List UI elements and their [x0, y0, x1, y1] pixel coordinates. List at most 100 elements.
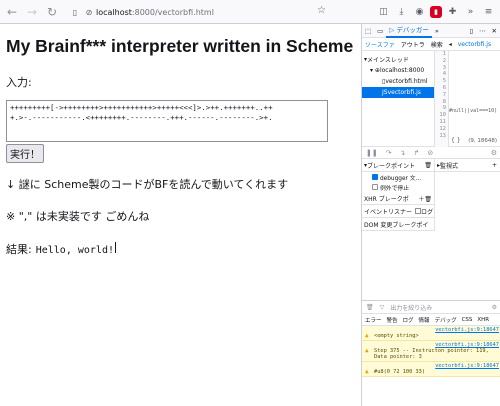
code-input[interactable]: +++++++++[->++++++++>+++++++++++>+++++<<… — [6, 100, 328, 142]
filter-logs[interactable]: ログ — [403, 316, 414, 324]
console-message: ▲ vectorbfi.js:9:18647 Step 375 -- Instr… — [362, 341, 500, 362]
overflow-icon[interactable]: » — [463, 5, 478, 20]
tree-host[interactable]: ▾ ⊕ localhost:8000 — [362, 65, 434, 76]
dock-icon[interactable]: ▯ — [466, 27, 476, 35]
sources-subtabs: ソースファ アウトラ 検索 ◂ vectorbfi.js — [362, 38, 500, 51]
log-label: ログ — [421, 208, 434, 216]
bp-exceptions-label: 例外で停止 — [380, 185, 409, 192]
extension-icon[interactable]: ▮ — [430, 6, 442, 18]
pretty-print-icon[interactable]: { } — [451, 137, 461, 144]
tree-main-thread[interactable]: ▾ メインスレッド — [362, 54, 434, 65]
account-icon[interactable]: ◉ — [412, 5, 427, 20]
bookmark-star-icon[interactable]: ☆ — [317, 5, 326, 16]
message-text: <empty string> — [374, 333, 419, 339]
watch-label: 監視式 — [440, 162, 459, 170]
menu-icon[interactable]: ≡ — [481, 5, 496, 20]
tab-outline[interactable]: アウトラ — [398, 40, 428, 49]
line-number: 12 — [439, 125, 446, 132]
pause-icon[interactable]: ❚❚ — [366, 149, 378, 157]
tree-js-file[interactable]: JS vectorbfi.js — [362, 87, 434, 98]
line-number: 2 — [442, 57, 446, 64]
step-over-icon[interactable]: ↷ — [386, 149, 392, 157]
breakpoints-header[interactable]: ▾ ブレークポイント 🗑 — [362, 159, 434, 172]
forward-icon[interactable]: → — [24, 5, 40, 19]
console-message: ▲ vectorbfi.js:9:18647 <empty string> — [362, 326, 500, 341]
debug-sidebar: ▾ ブレークポイント 🗑 debugger 文... 例外で停止 XHR ブレーク… — [362, 159, 500, 231]
pocket-icon[interactable]: ◫ — [376, 5, 391, 20]
tab-debugger[interactable]: ▷ デバッガー — [386, 24, 432, 38]
message-text: Step 375 -- Instructon pointer: 119, Dat… — [374, 348, 489, 360]
filter-info[interactable]: 情報 — [419, 316, 430, 324]
close-icon[interactable]: ✕ — [489, 27, 500, 35]
page-content: My Brainf*** interpreter written in Sche… — [0, 24, 360, 406]
warning-icon: ▲ — [365, 347, 369, 354]
filter-xhr[interactable]: XHR — [477, 317, 489, 323]
bp-pause-on-exceptions[interactable]: 例外で停止 — [362, 182, 434, 192]
url-path: :8000/vectorbfi.html — [131, 7, 214, 17]
event-label: イベントリスナー — [364, 208, 413, 216]
devtools-tabs: ⬚ ▭ ▷ デバッガー » ▯ ⋯ ✕ — [362, 24, 500, 38]
bp-debugger-label: debugger 文... — [380, 175, 422, 182]
warning-icon: ▲ — [365, 368, 369, 375]
inspector-icon[interactable]: ⬚ — [362, 27, 374, 35]
filter-css[interactable]: CSS — [462, 317, 473, 323]
line-gutter: 1 2 3 4 5 6 7 8 9 10 11 12 13 — [435, 51, 449, 147]
cursor-position: (9, 18648) — [468, 138, 497, 144]
deactivate-breakpoints-icon[interactable]: ⊘ — [427, 149, 433, 157]
run-button[interactable]: 実行！ — [6, 144, 44, 163]
sources-panes: ▾ メインスレッド ▾ ⊕ localhost:8000 ▯ vectorbfi… — [362, 51, 500, 147]
step-out-icon[interactable]: ↱ — [413, 149, 419, 157]
code-snippet: #null||val===10) — [449, 108, 498, 114]
debugger-settings-icon[interactable]: ⚙ — [491, 149, 500, 157]
console-tab-icon[interactable]: ▭ — [374, 27, 386, 35]
dom-label: DOM 変更ブレークポイ — [364, 221, 429, 229]
checkbox-unchecked[interactable] — [372, 184, 378, 190]
reload-icon[interactable]: ↻ — [44, 5, 60, 19]
line-number: 13 — [439, 132, 446, 139]
line-number: 5 — [442, 78, 446, 85]
line-number: 10 — [439, 112, 446, 119]
checkbox-checked[interactable] — [372, 174, 378, 180]
file-tab[interactable]: vectorbfi.js — [455, 41, 494, 48]
breakpoints-header-label: ブレークポイント — [367, 162, 416, 170]
filter-debug[interactable]: デバッグ — [435, 316, 457, 324]
xhr-breakpoints[interactable]: XHR ブレークポ ＋🗑 — [362, 192, 434, 205]
event-listeners[interactable]: イベントリスナー ログ — [362, 205, 434, 218]
console-settings-icon[interactable]: ⚙ — [492, 304, 500, 311]
browser-toolbar: ← → ↻ ▯ ⊘ localhost:8000/vectorbfi.html … — [0, 0, 500, 24]
line-number: 11 — [439, 118, 446, 125]
result-value: Hello, world! — [35, 245, 114, 256]
result-line: 結果: Hello, world! — [6, 241, 354, 257]
trash-icon[interactable]: 🗑 — [424, 162, 434, 169]
add-watch-icon[interactable]: + — [492, 162, 500, 169]
tree-js-label: vectorbfi.js — [387, 89, 421, 96]
download-icon[interactable]: ⤓ — [394, 5, 409, 20]
line-number: 1 — [442, 51, 446, 57]
more-tabs-icon[interactable]: » — [432, 27, 442, 35]
dom-mutation-breakpoints[interactable]: DOM 変更ブレークポイ — [362, 218, 434, 231]
devtools-panel: ⬚ ▭ ▷ デバッガー » ▯ ⋯ ✕ ソースファ アウトラ 検索 ◂ vect… — [361, 24, 500, 406]
watch-header[interactable]: ▸ 監視式 + — [435, 159, 500, 172]
clear-console-icon[interactable]: 🗑 — [366, 304, 374, 311]
console-filter-input[interactable]: 出力を絞り込み — [390, 303, 432, 312]
add-icon[interactable]: ＋🗑 — [418, 194, 434, 203]
filter-warnings[interactable]: 警告 — [387, 316, 398, 324]
options-icon[interactable]: ⋯ — [476, 27, 489, 35]
extensions-puzzle-icon[interactable]: ✚ — [445, 5, 460, 20]
breakpoints-column: ▾ ブレークポイント 🗑 debugger 文... 例外で停止 XHR ブレーク… — [362, 159, 435, 231]
console-panel: 🗑 ▽ 出力を絞り込み ⚙ エラー 警告 ログ 情報 デバッグ CSS XHR … — [362, 300, 500, 406]
step-in-icon[interactable]: ↴ — [400, 149, 406, 157]
lock-icon[interactable]: ⊘ — [82, 8, 96, 17]
collapse-icon[interactable]: ◂ — [446, 41, 455, 48]
warning-icon: ▲ — [365, 332, 369, 339]
input-label: 入力: — [6, 76, 32, 89]
url-bar[interactable]: ▯ ⊘ localhost:8000/vectorbfi.html ☆ — [68, 3, 330, 21]
filter-errors[interactable]: エラー — [365, 316, 382, 324]
tab-sources[interactable]: ソースファ — [362, 40, 398, 49]
bp-debugger-statement[interactable]: debugger 文... — [362, 172, 434, 182]
tab-search[interactable]: 検索 — [428, 40, 446, 49]
source-tree: ▾ メインスレッド ▾ ⊕ localhost:8000 ▯ vectorbfi… — [362, 51, 435, 146]
code-editor[interactable]: 1 2 3 4 5 6 7 8 9 10 11 12 13 #null||val… — [435, 51, 500, 147]
back-icon[interactable]: ← — [4, 5, 20, 19]
tree-html-file[interactable]: ▯ vectorbfi.html — [362, 76, 434, 87]
